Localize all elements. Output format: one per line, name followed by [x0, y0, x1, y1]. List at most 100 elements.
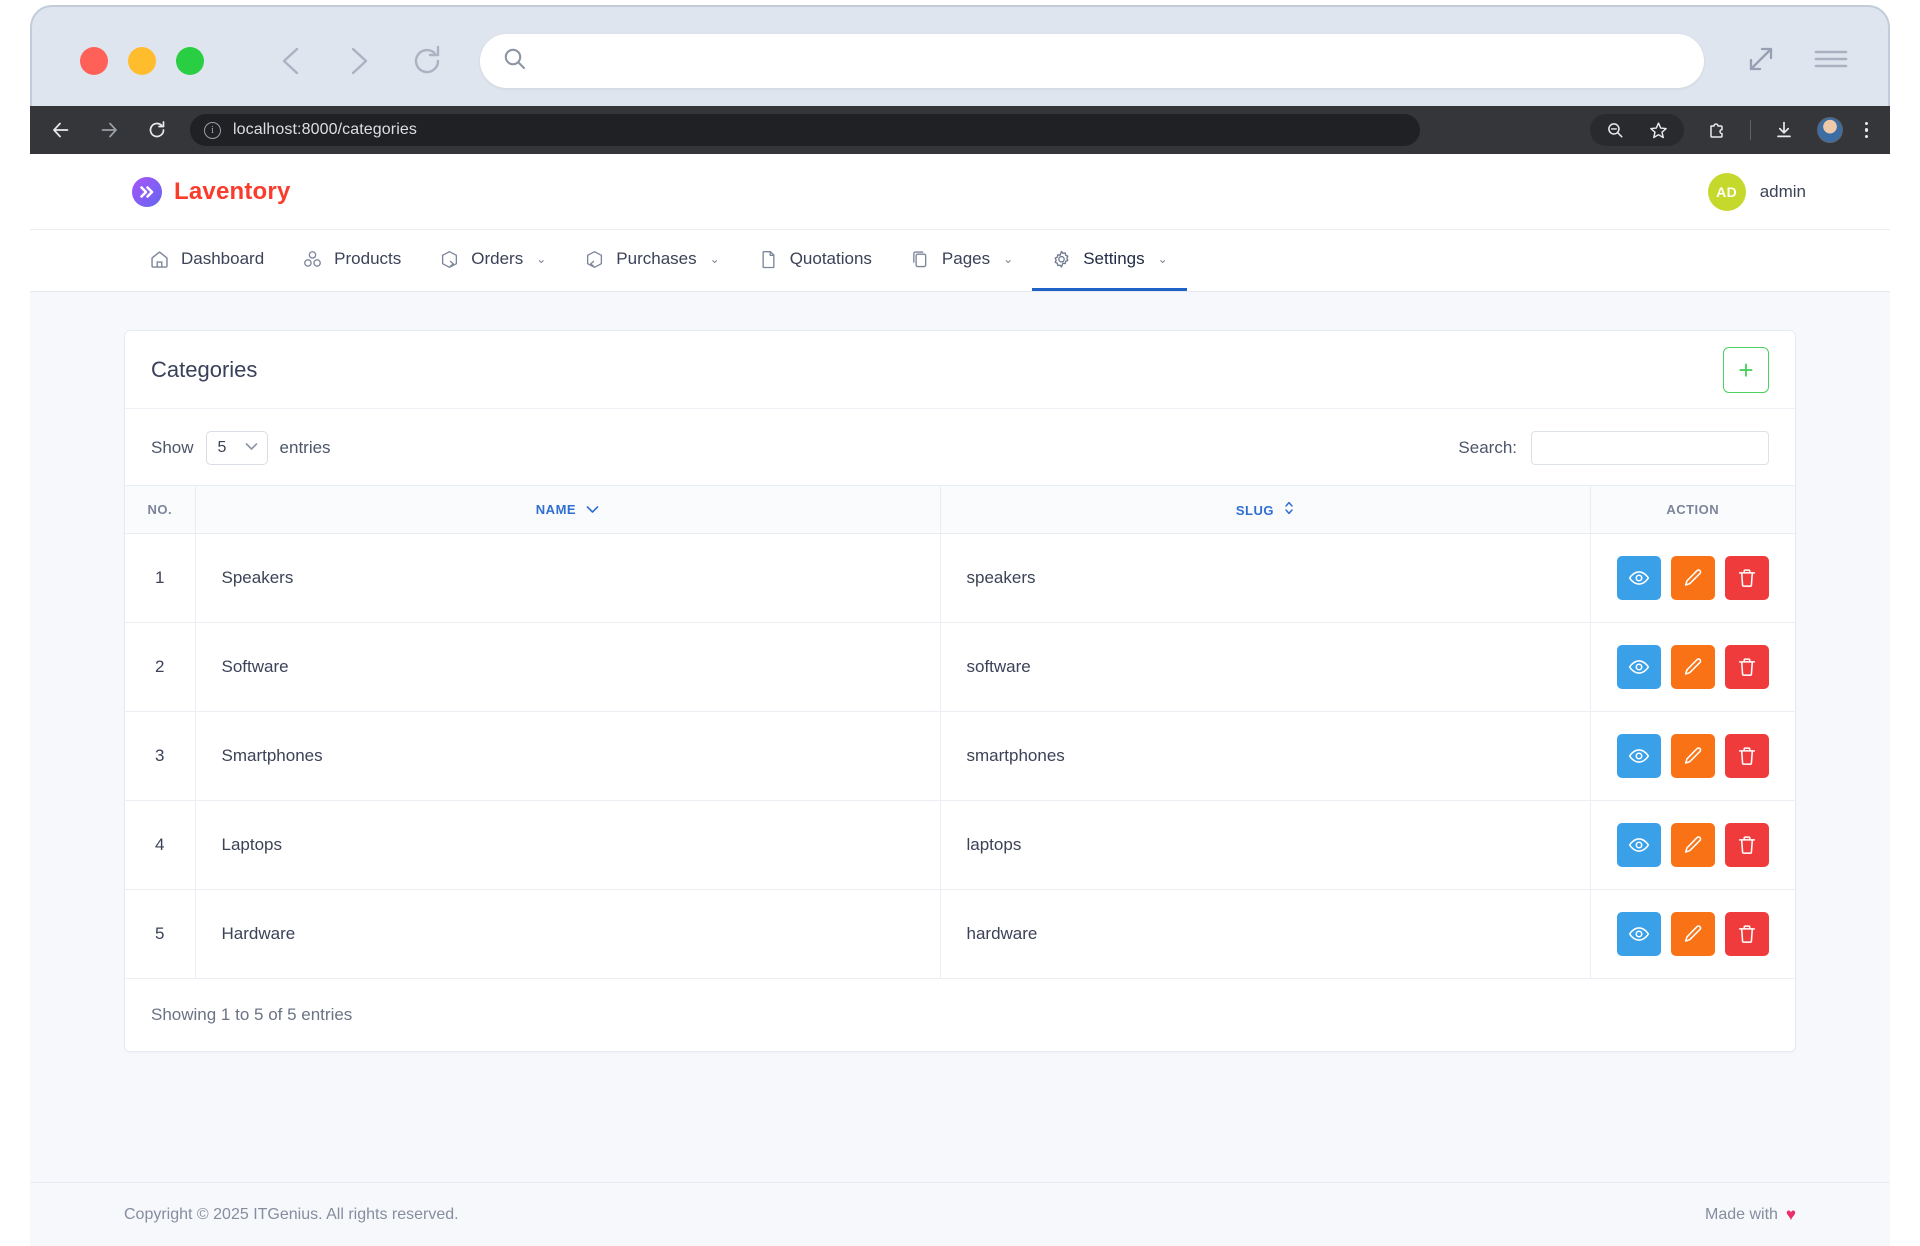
page-size-select[interactable]: 5: [205, 431, 268, 465]
nav-label: Quotations: [789, 249, 872, 268]
nav-item-pages[interactable]: Pages ⌄: [891, 230, 1032, 291]
nav-item-quotations[interactable]: Quotations: [739, 230, 891, 291]
download-icon[interactable]: [1773, 119, 1795, 141]
page-content: Categories + Show 5 entries Search: NO. …: [30, 292, 1890, 1052]
profile-avatar-icon[interactable]: [1816, 117, 1843, 143]
delete-button[interactable]: [1724, 912, 1769, 956]
expand-arrows-icon[interactable]: [1744, 42, 1778, 81]
nav-item-products[interactable]: Products: [283, 230, 420, 291]
box-in-icon: [584, 249, 605, 270]
user-menu[interactable]: AD admin: [1707, 172, 1806, 211]
cell-slug: smartphones: [940, 711, 1591, 801]
window-reload-icon[interactable]: [410, 44, 444, 78]
view-button[interactable]: [1616, 734, 1661, 778]
chrome-back-icon[interactable]: [50, 119, 72, 141]
delete-button[interactable]: [1724, 556, 1769, 600]
delete-button[interactable]: [1724, 734, 1769, 778]
edit-button[interactable]: [1670, 823, 1715, 867]
extensions-puzzle-icon[interactable]: [1706, 119, 1728, 141]
column-header-slug[interactable]: SLUG: [940, 485, 1591, 534]
cell-action: [1590, 711, 1795, 801]
window-minimize-button[interactable]: [128, 47, 156, 75]
edit-button[interactable]: [1670, 734, 1715, 778]
categories-card: Categories + Show 5 entries Search: NO. …: [124, 330, 1796, 1052]
table-row: 4 Laptops laptops: [125, 800, 1795, 890]
window-search-bar[interactable]: [480, 34, 1704, 88]
sort-both-icon: [1284, 501, 1294, 518]
info-circle-icon[interactable]: i: [204, 121, 221, 139]
cell-name: Hardware: [195, 889, 941, 979]
cell-no: 3: [125, 711, 196, 801]
view-button[interactable]: [1616, 645, 1661, 689]
app-footer: Copyright © 2025 ITGenius. All rights re…: [30, 1182, 1890, 1246]
main-nav: Dashboard Products Orders ⌄ Purchases ⌄: [30, 230, 1890, 292]
nav-label: Products: [334, 249, 402, 268]
cell-no: 1: [125, 533, 196, 623]
delete-button[interactable]: [1724, 645, 1769, 689]
chrome-address-bar[interactable]: i localhost:8000/categories: [190, 114, 1420, 146]
show-label: Show: [151, 438, 194, 457]
url-text: localhost:8000/categories: [233, 121, 417, 138]
chevron-down-icon: ⌄: [1003, 252, 1014, 266]
cell-name: Speakers: [195, 533, 941, 623]
cell-action: [1590, 533, 1796, 623]
nav-label: Dashboard: [181, 249, 265, 268]
nav-label: Purchases: [616, 249, 697, 268]
column-header-action: ACTION: [1590, 485, 1795, 534]
zoom-search-icon[interactable]: [1604, 119, 1626, 141]
chrome-forward-icon[interactable]: [98, 119, 120, 141]
cell-name: Software: [195, 622, 941, 712]
app-header: Laventory AD admin: [30, 154, 1890, 230]
cell-name: Smartphones: [195, 711, 941, 801]
cell-action: [1590, 889, 1796, 979]
table-row: 1 Speakers speakers: [125, 533, 1796, 623]
window-back-icon[interactable]: [278, 44, 306, 78]
three-dot-menu-icon[interactable]: [1864, 121, 1868, 139]
boxes-icon: [302, 249, 323, 270]
made-with: Made with ♥: [1705, 1205, 1796, 1225]
nav-item-orders[interactable]: Orders ⌄: [420, 230, 565, 291]
window-maximize-button[interactable]: [176, 47, 204, 75]
chrome-toolbar-right: [1589, 114, 1875, 146]
row-actions: [1591, 556, 1796, 600]
delete-button[interactable]: [1724, 823, 1769, 867]
view-button[interactable]: [1616, 912, 1661, 956]
hamburger-menu-icon[interactable]: [1812, 44, 1850, 79]
nav-label: Orders: [471, 249, 524, 268]
table-head: NO. NAME SLUG ACTION: [125, 485, 1795, 534]
nav-item-settings[interactable]: Settings ⌄: [1032, 230, 1187, 291]
table-row: 5 Hardware hardware: [125, 889, 1796, 979]
sort-desc-icon: [586, 505, 599, 517]
cell-action: [1590, 800, 1795, 890]
edit-button[interactable]: [1670, 912, 1715, 956]
cell-name: Laptops: [195, 800, 941, 890]
brand-logo[interactable]: Laventory: [132, 176, 291, 207]
star-icon[interactable]: [1648, 119, 1670, 141]
window-forward-icon[interactable]: [344, 44, 372, 78]
file-icon: [758, 249, 779, 270]
cell-slug: hardware: [940, 889, 1591, 979]
table-toolbar: Show 5 entries Search:: [125, 409, 1795, 485]
window-nav-arrows: [278, 44, 444, 78]
nav-label: Pages: [941, 249, 991, 268]
nav-item-dashboard[interactable]: Dashboard: [130, 230, 283, 291]
add-category-button[interactable]: +: [1723, 346, 1769, 393]
chevron-down-icon: ⌄: [709, 252, 720, 266]
edit-button[interactable]: [1670, 556, 1715, 600]
view-button[interactable]: [1616, 823, 1661, 867]
window-traffic-lights: [80, 47, 204, 75]
window-close-button[interactable]: [80, 47, 108, 75]
row-actions: [1591, 912, 1796, 956]
user-name: admin: [1759, 181, 1806, 201]
copy-pages-icon: [910, 249, 931, 270]
nav-item-purchases[interactable]: Purchases ⌄: [565, 230, 738, 291]
view-button[interactable]: [1616, 556, 1661, 600]
table-row: 2 Software software: [125, 622, 1795, 712]
edit-button[interactable]: [1670, 645, 1715, 689]
search-input[interactable]: [1531, 431, 1769, 465]
page-size-value: 5: [217, 439, 227, 456]
chrome-reload-icon[interactable]: [146, 119, 168, 141]
brand-name: Laventory: [174, 177, 291, 205]
column-header-name[interactable]: NAME: [195, 485, 941, 534]
cell-action: [1590, 622, 1795, 712]
